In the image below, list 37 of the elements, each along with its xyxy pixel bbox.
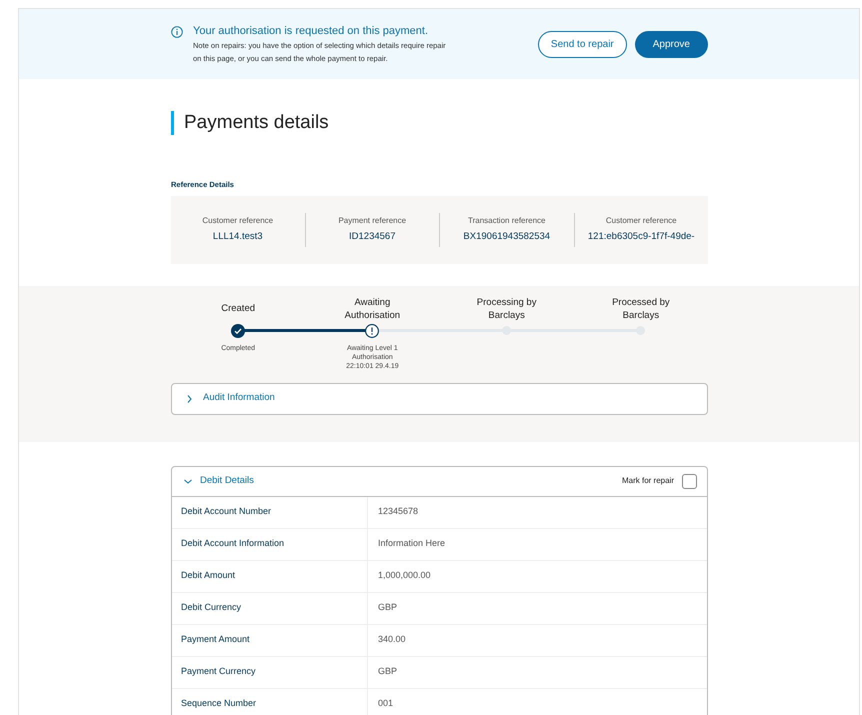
reference-value: BX19061943582534	[462, 230, 552, 244]
field-value: 1,000,000.00	[377, 569, 431, 582]
step-label: Processing by Barclays	[476, 296, 538, 322]
field-value: GBP	[377, 665, 398, 678]
field-label: Payment Currency	[172, 656, 368, 688]
field-label: Debit Currency	[172, 592, 368, 624]
repair-checkbox[interactable]	[682, 474, 697, 488]
field-value: 340.00	[377, 633, 406, 646]
step-label: Created	[220, 302, 256, 316]
info-icon	[171, 26, 183, 38]
reference-value: 121:eb6305c9-1f7f-49de-	[586, 230, 696, 244]
reference-value: ID1234567	[348, 230, 396, 244]
field-label: Payment Amount	[172, 624, 368, 656]
reference-value: LLL14.test3	[212, 230, 264, 244]
field-label: Debit Account Number	[172, 496, 368, 528]
page-title: Payments details	[171, 111, 708, 135]
chevron-down-icon[interactable]	[184, 478, 192, 484]
step-label: Awaiting Authorisation	[344, 296, 402, 322]
repair-label: Mark for repair	[622, 475, 674, 487]
field-label: Sequence Number	[172, 688, 368, 715]
field-label: Debit Account Information	[172, 528, 368, 560]
reference-label: Customer reference	[201, 215, 274, 228]
approve-button[interactable]: Approve	[634, 30, 708, 58]
section-title: Debit Details	[200, 474, 254, 488]
field-value: GBP	[377, 601, 398, 614]
field-value: 001	[377, 697, 394, 710]
reference-label: Customer reference	[604, 215, 678, 228]
audit-label: Audit Information	[203, 391, 275, 406]
reference-label: Transaction reference	[466, 215, 547, 228]
field-label: Debit Amount	[172, 560, 368, 592]
audit-panel[interactable]: Audit Information	[171, 382, 708, 414]
field-value: 12345678	[377, 505, 418, 518]
banner-title: Your authorisation is requested on this payment.	[193, 24, 430, 39]
send-to-repair-button[interactable]: Send to repair	[538, 30, 627, 58]
field-value: Information Here	[377, 537, 446, 550]
reference-label: Payment reference	[337, 215, 408, 228]
step-label: Processed by Barclays	[611, 296, 671, 322]
